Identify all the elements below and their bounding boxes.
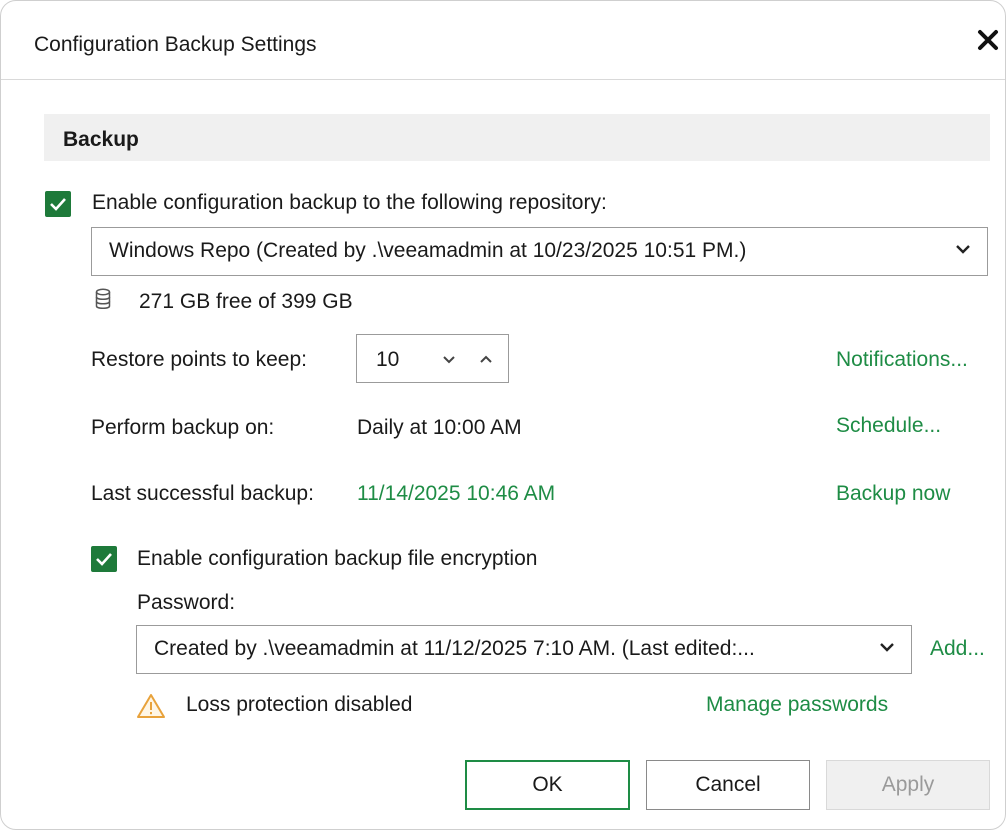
enable-encryption-checkbox[interactable] — [91, 546, 117, 572]
section-header: Backup — [44, 114, 990, 161]
restore-points-stepper[interactable]: 10 — [356, 334, 509, 383]
perform-backup-value: Daily at 10:00 AM — [357, 416, 522, 439]
free-space-text: 271 GB free of 399 GB — [139, 290, 353, 313]
increment-chevron-icon[interactable] — [478, 353, 494, 365]
decrement-chevron-icon[interactable] — [441, 354, 457, 366]
last-backup-value: 11/14/2025 10:46 AM — [357, 482, 556, 505]
window-title: Configuration Backup Settings — [34, 33, 317, 56]
checkmark-icon — [50, 198, 66, 211]
backup-now-link[interactable]: Backup now — [836, 482, 950, 506]
add-password-link[interactable]: Add... — [930, 637, 985, 661]
enable-backup-checkbox[interactable] — [45, 191, 71, 217]
last-backup-label: Last successful backup: — [91, 482, 314, 505]
enable-encryption-label[interactable]: Enable configuration backup file encrypt… — [137, 547, 537, 571]
password-select[interactable]: Created by .\veeamadmin at 11/12/2025 7:… — [136, 625, 912, 674]
cancel-button[interactable]: Cancel — [646, 760, 810, 810]
restore-points-value: 10 — [376, 348, 400, 371]
loss-protection-text: Loss protection disabled — [186, 693, 413, 716]
manage-passwords-link[interactable]: Manage passwords — [706, 693, 888, 717]
configuration-backup-dialog: Configuration Backup Settings Backup Ena… — [0, 0, 1006, 830]
password-value: Created by .\veeamadmin at 11/12/2025 7:… — [154, 637, 755, 660]
title-bar: Configuration Backup Settings — [1, 1, 1005, 80]
schedule-link[interactable]: Schedule... — [836, 414, 941, 438]
repository-select[interactable]: Windows Repo (Created by .\veeamadmin at… — [91, 227, 988, 276]
restore-points-label: Restore points to keep: — [91, 348, 307, 371]
close-icon[interactable] — [977, 29, 1003, 55]
perform-backup-label: Perform backup on: — [91, 416, 275, 439]
warning-icon — [137, 694, 165, 718]
password-label: Password: — [137, 591, 236, 614]
apply-button[interactable]: Apply — [826, 760, 990, 810]
repository-value: Windows Repo (Created by .\veeamadmin at… — [109, 239, 747, 262]
database-icon — [95, 288, 111, 309]
notifications-link[interactable]: Notifications... — [836, 348, 968, 372]
chevron-down-icon — [956, 245, 970, 254]
enable-backup-label[interactable]: Enable configuration backup to the follo… — [92, 191, 607, 215]
ok-button[interactable]: OK — [465, 760, 630, 810]
checkmark-icon — [96, 553, 112, 566]
chevron-down-icon — [880, 643, 894, 652]
section-title: Backup — [63, 128, 139, 151]
